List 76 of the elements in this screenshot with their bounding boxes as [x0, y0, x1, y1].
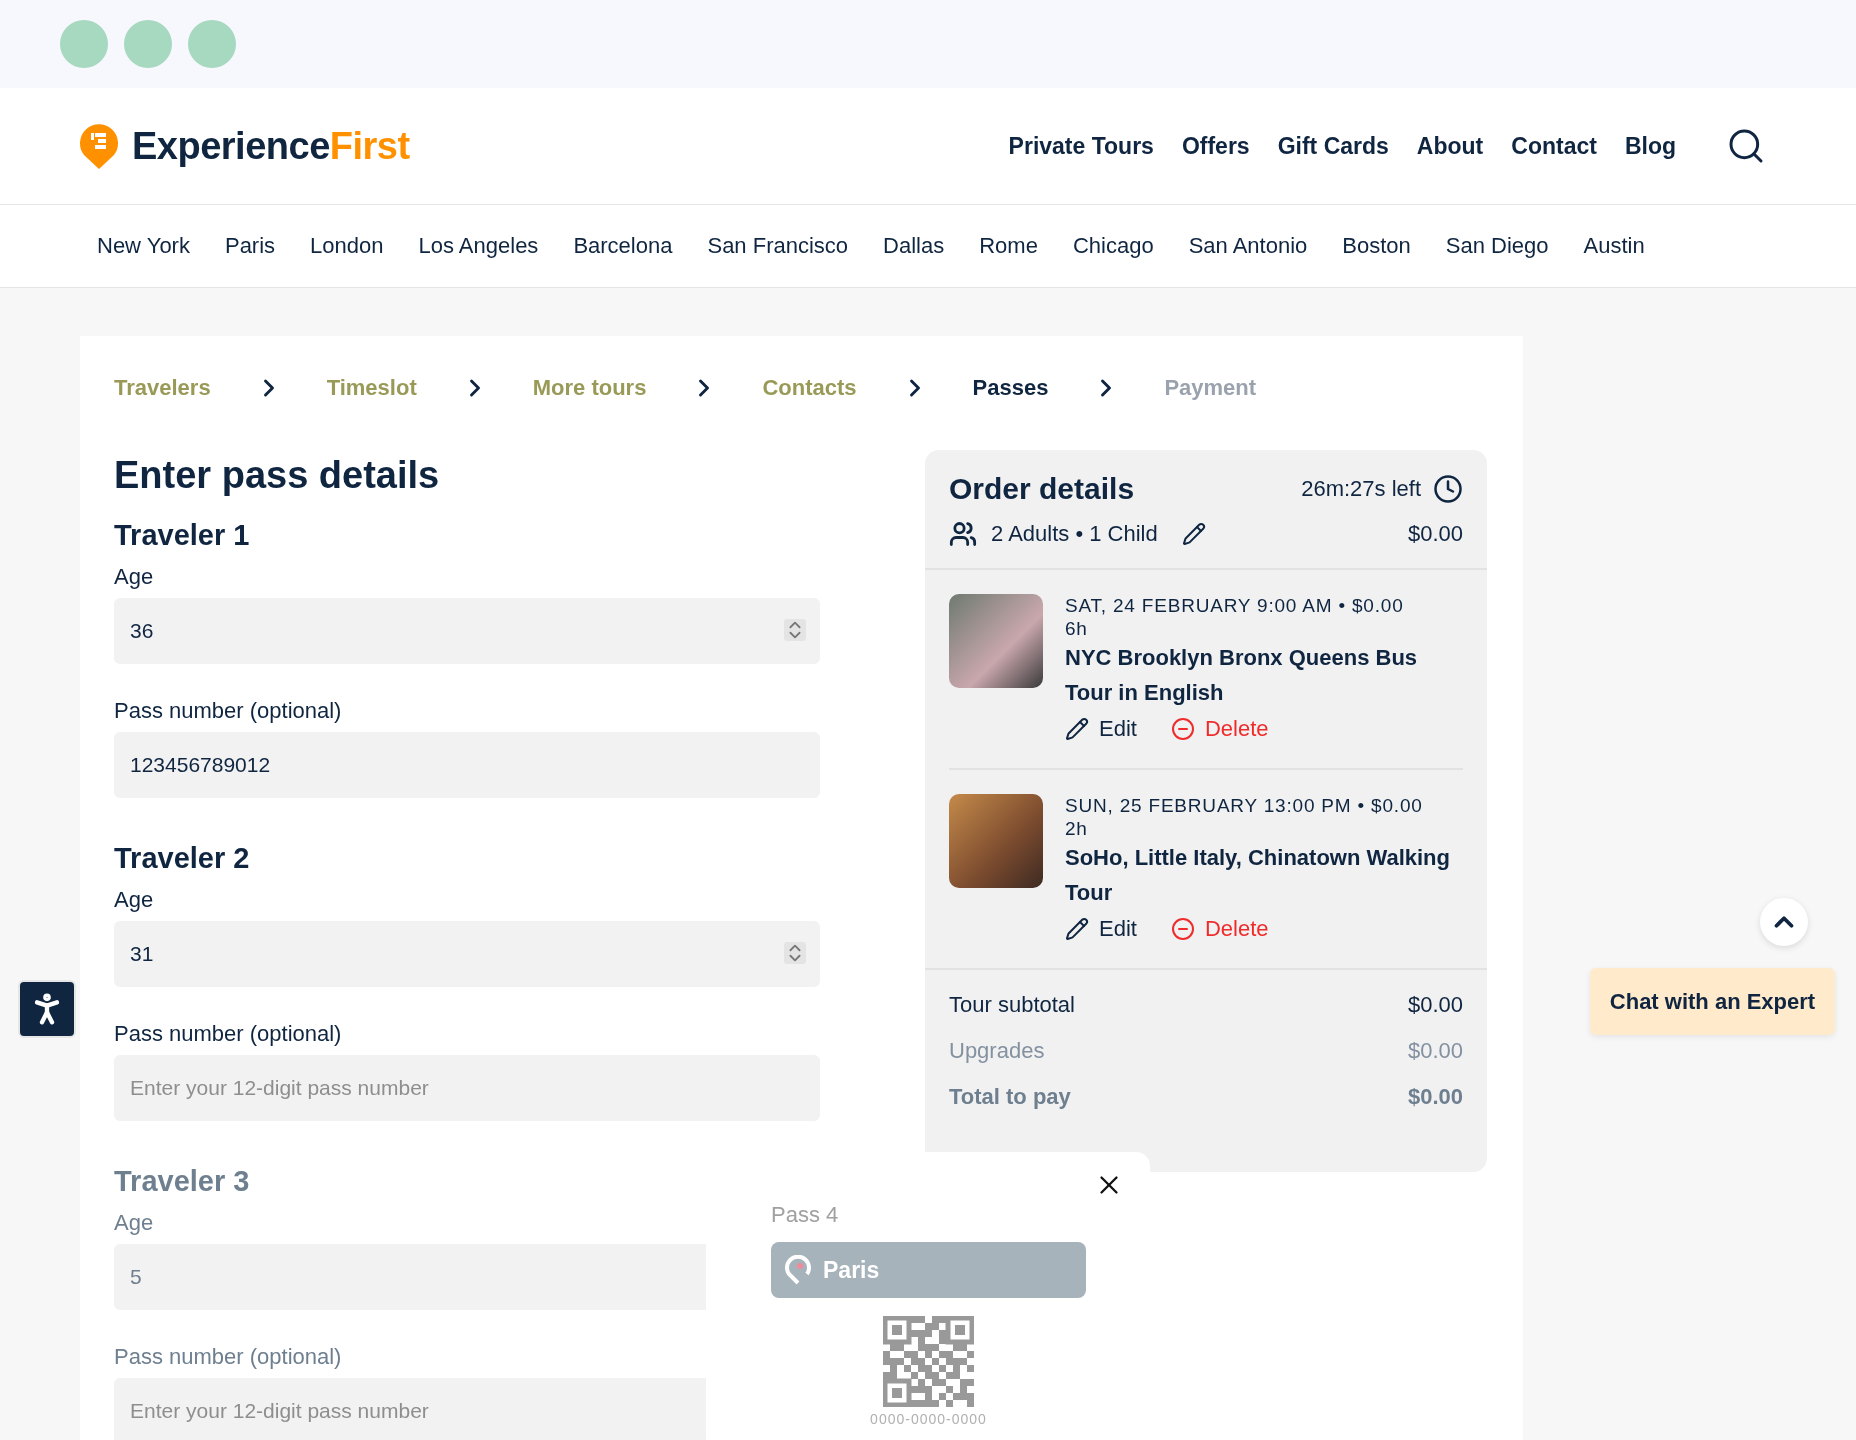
edit-button[interactable]: Edit [1065, 916, 1137, 942]
city-link[interactable]: London [310, 233, 384, 259]
city-link[interactable]: Barcelona [573, 233, 673, 259]
pass-number-field[interactable]: Enter your 12-digit pass number [114, 1055, 820, 1121]
accessibility-button[interactable] [18, 980, 76, 1038]
summary-label: Upgrades [949, 1038, 1045, 1064]
tour-duration: 2h [1065, 817, 1089, 840]
minus-circle-icon [1170, 717, 1195, 741]
order-title: Order details [949, 472, 1135, 506]
nav-link[interactable]: About [1416, 132, 1484, 160]
logo-text: ExperienceFirst [132, 124, 410, 168]
people-icon [949, 520, 977, 548]
minus-circle-icon [1170, 917, 1195, 941]
qr-code-icon [883, 1316, 974, 1407]
field-label: Pass number (optional) [114, 1344, 342, 1370]
window-control-dot[interactable] [60, 20, 108, 68]
city-link[interactable]: San Diego [1445, 233, 1549, 259]
logo-pin-icon [78, 121, 120, 171]
city-link[interactable]: Rome [979, 233, 1038, 259]
pencil-icon[interactable] [1181, 522, 1206, 546]
clock-icon [1433, 474, 1463, 504]
pass-title: Pass 4 [771, 1202, 840, 1228]
tour-date: SUN, 25 FEBRUARY 13:00 PM • $0.00 [1065, 794, 1424, 817]
page-heading: Enter pass details [114, 454, 441, 497]
tour-duration: 6h [1065, 617, 1089, 640]
city-link[interactable]: San Francisco [707, 233, 849, 259]
timer-text: 26m:27s left [1301, 476, 1421, 502]
nav-link[interactable]: Offers [1181, 132, 1250, 160]
summary-value: $0.00 [1407, 992, 1463, 1018]
summary-label: Tour subtotal [949, 992, 1075, 1018]
city-link[interactable]: Paris [224, 233, 276, 259]
pencil-icon [1065, 717, 1089, 741]
tour-title: SoHo, Little Italy, Chinatown Walking Tour [1065, 844, 1451, 907]
scroll-up-button[interactable] [1760, 898, 1808, 946]
city-link[interactable]: Los Angeles [418, 233, 539, 259]
traveler-heading: Traveler 1 [114, 519, 251, 552]
pencil-icon [1065, 917, 1089, 941]
ticket-city: Paris [823, 1256, 880, 1284]
city-link[interactable]: Chicago [1072, 233, 1154, 259]
traveler-heading: Traveler 3 [114, 1165, 251, 1198]
delete-button[interactable]: Delete [1170, 716, 1269, 742]
window-control-dot[interactable] [188, 20, 236, 68]
summary-value: $0.00 [1407, 1038, 1463, 1064]
field-label: Age [114, 887, 154, 913]
age-field[interactable]: 36 [114, 598, 820, 664]
traveler-heading: Traveler 2 [114, 842, 251, 875]
nav-link[interactable]: Contact [1511, 132, 1597, 160]
field-label: Pass number (optional) [114, 1021, 342, 1047]
city-link[interactable]: San Antonio [1188, 233, 1308, 259]
pass-number-field[interactable]: 123456789012 [114, 732, 820, 798]
city-link[interactable]: Austin [1583, 233, 1645, 259]
edit-button[interactable]: Edit [1065, 716, 1137, 742]
spinner-icon[interactable] [784, 619, 806, 641]
city-link[interactable]: New York [97, 233, 190, 259]
tour-title: NYC Brooklyn Bronx Queens Bus Tour in English [1065, 644, 1419, 707]
city-link[interactable]: Dallas [883, 233, 945, 259]
spinner-icon[interactable] [784, 942, 806, 964]
city-link[interactable]: Boston [1342, 233, 1411, 259]
chat-button[interactable]: Chat with an Expert [1590, 968, 1835, 1035]
nav-link[interactable]: Private Tours [1008, 132, 1154, 160]
party-price: $0.00 [1407, 521, 1463, 547]
pin-icon [785, 1255, 811, 1285]
tour-date: SAT, 24 FEBRUARY 9:00 AM • $0.00 [1065, 594, 1405, 617]
nav-link[interactable]: Gift Cards [1277, 132, 1389, 160]
delete-button[interactable]: Delete [1170, 916, 1269, 942]
field-label: Pass number (optional) [114, 698, 342, 724]
party-text: 2 Adults • 1 Child [991, 521, 1158, 547]
window-control-dot[interactable] [124, 20, 172, 68]
step-link[interactable]: Passes [972, 375, 1049, 401]
nav-link[interactable]: Blog [1624, 132, 1676, 160]
pass-code: 0000-0000-0000 [870, 1411, 987, 1427]
age-field[interactable]: 31 [114, 921, 820, 987]
summary-value: $0.00 [1407, 1084, 1463, 1110]
field-label: Age [114, 1210, 154, 1236]
field-label: Age [114, 564, 154, 590]
summary-label: Total to pay [949, 1084, 1071, 1110]
